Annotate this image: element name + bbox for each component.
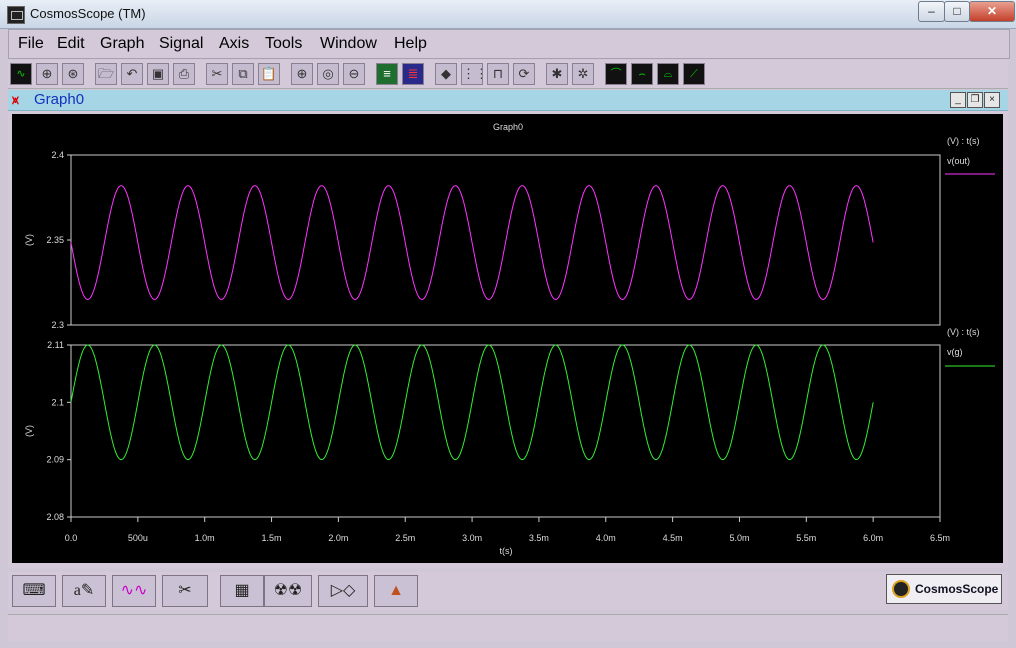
grid-icon[interactable]: ⋮⋮ <box>461 63 483 85</box>
menu-graph[interactable]: Graph <box>100 35 144 53</box>
y-tick-label-vg-1: 2.1 <box>51 397 64 407</box>
menu-bar: File Edit Graph Signal Axis Tools Window… <box>8 29 1010 59</box>
y-tick-label-vg-2: 2.09 <box>46 455 64 465</box>
bug-alt-icon[interactable]: ✲ <box>572 63 594 85</box>
y-tick-label-vout-0: 2.4 <box>51 150 64 160</box>
graph-window-titlebar: ⩙ Graph0 _ ❐ × <box>8 90 1008 111</box>
copy-icon[interactable]: ⧉ <box>232 63 254 85</box>
panel-vg-ylabel: (V) <box>24 425 34 437</box>
calculator-icon[interactable]: ▦ <box>220 575 264 607</box>
annotate-icon[interactable]: a✎ <box>62 575 106 607</box>
x-tick-label-13: 6.5m <box>930 533 950 543</box>
graph-window: ⩙ Graph0 _ ❐ × Graph0 (V) (V) : t(s) v(o… <box>8 90 1008 568</box>
panel-vout-legend-header: (V) : t(s) <box>947 136 980 146</box>
close-button[interactable]: ✕ <box>969 1 1015 22</box>
y-tick-label-vg-3: 2.08 <box>46 512 64 522</box>
crosshair-alt-icon[interactable]: ⊛ <box>62 63 84 85</box>
measure-slope-icon[interactable]: ⟋ <box>683 63 705 85</box>
stack-icon[interactable]: ≡ <box>376 63 398 85</box>
x-tick-label-2: 1.0m <box>195 533 215 543</box>
zoom-in-icon[interactable]: ⊕ <box>291 63 313 85</box>
window-title: CosmosScope (TM) <box>30 6 146 21</box>
erase-icon[interactable]: ◆ <box>435 63 457 85</box>
trace-vg[interactable] <box>70 344 874 461</box>
menu-axis[interactable]: Axis <box>219 35 249 53</box>
window-titlebar: CosmosScope (TM) – □ ✕ <box>0 0 1016 29</box>
menu-file[interactable]: File <box>18 35 44 53</box>
bug-icon[interactable]: ✱ <box>546 63 568 85</box>
waveform-calc-icon[interactable]: ∿∿ <box>112 575 156 607</box>
graph-title: Graph0 <box>493 122 523 132</box>
graph-restore-button[interactable]: ❐ <box>967 92 983 108</box>
panel-vout-ylabel: (V) <box>24 234 34 246</box>
x-tick-label-10: 5.0m <box>729 533 749 543</box>
brand-logo-text: CosmosScope <box>915 582 999 596</box>
crosshair-icon[interactable]: ⊕ <box>36 63 58 85</box>
graph-minimize-button[interactable]: _ <box>950 92 966 108</box>
x-tick-label-8: 4.0m <box>596 533 616 543</box>
keyboard-icon[interactable]: ⌨ <box>12 575 56 607</box>
trace-vout[interactable] <box>70 185 874 300</box>
y-tick-label-vg-0: 2.11 <box>47 340 64 350</box>
refresh-icon[interactable]: ⟳ <box>513 63 535 85</box>
graph-close-button[interactable]: × <box>984 92 1000 108</box>
graph-window-title: Graph0 <box>34 91 85 108</box>
app-icon <box>7 6 25 24</box>
panel-vg-frame <box>70 344 941 518</box>
menu-tools[interactable]: Tools <box>265 35 302 53</box>
measure-rise-icon[interactable]: ⌒ <box>605 63 627 85</box>
undo-icon[interactable]: ↶ <box>121 63 143 85</box>
x-tick-label-6: 3.0m <box>462 533 482 543</box>
y-tick-label-vout-2: 2.3 <box>51 320 64 330</box>
paste-icon[interactable]: 📋 <box>258 63 280 85</box>
y-tick-label-vout-1: 2.35 <box>46 235 64 245</box>
x-tick-label-0: 0.0 <box>65 533 78 543</box>
x-tick-label-4: 2.0m <box>328 533 348 543</box>
waveform-icon[interactable]: ∿ <box>10 63 32 85</box>
zoom-fit-icon[interactable]: ◎ <box>317 63 339 85</box>
x-tick-label-7: 3.5m <box>529 533 549 543</box>
x-tick-label-5: 2.5m <box>395 533 415 543</box>
x-tick-label-3: 1.5m <box>262 533 282 543</box>
chart-svg: Graph0 (V) (V) : t(s) v(out) 2.42.352.3 … <box>24 122 995 556</box>
panel-vg-legend-header: (V) : t(s) <box>947 327 980 337</box>
measure-area-icon[interactable]: ⌓ <box>657 63 679 85</box>
print-icon[interactable]: ⎙ <box>173 63 195 85</box>
bottom-toolbar: ⌨ a✎ ∿∿ ✂ ▦ ☢☢ ▷◇ ▲ CosmosScope <box>8 572 1008 610</box>
graph-window-icon: ⩙ <box>12 93 19 107</box>
digital-icon[interactable]: ⊓ <box>487 63 509 85</box>
menu-signal[interactable]: Signal <box>159 35 203 53</box>
scissors-icon[interactable]: ✂ <box>162 575 208 607</box>
maximize-button[interactable]: □ <box>944 1 970 22</box>
cut-icon[interactable]: ✂ <box>206 63 228 85</box>
brand-logo-icon <box>892 580 910 598</box>
matlab-icon[interactable]: ▲ <box>374 575 418 607</box>
legend-label-vout[interactable]: v(out) <box>947 156 970 166</box>
x-tick-label-9: 4.5m <box>663 533 683 543</box>
legend-label-vg[interactable]: v(g) <box>947 347 963 357</box>
split-icon[interactable]: ≣ <box>402 63 424 85</box>
x-tick-label-1: 500u <box>128 533 148 543</box>
save-icon[interactable]: ▣ <box>147 63 169 85</box>
minimize-button[interactable]: – <box>918 1 945 22</box>
x-axis-label: t(s) <box>500 546 513 556</box>
brand-logo: CosmosScope <box>886 574 1002 604</box>
x-tick-label-11: 5.5m <box>796 533 816 543</box>
measure-flat-icon[interactable]: ⌢ <box>631 63 653 85</box>
menu-edit[interactable]: Edit <box>57 35 85 53</box>
zoom-out-icon[interactable]: ⊖ <box>343 63 365 85</box>
menu-help[interactable]: Help <box>394 35 427 53</box>
status-bar <box>8 614 1008 641</box>
logic-gates-icon[interactable]: ▷◇ <box>318 575 368 607</box>
radiation-icon[interactable]: ☢☢ <box>264 575 312 607</box>
toolbar: ∿ ⊕ ⊛ 🗁 ↶ ▣ ⎙ ✂ ⧉ 📋 ⊕ ◎ ⊖ ≡ ≣ ◆ ⋮⋮ ⊓ ⟳ ✱… <box>8 60 1008 89</box>
open-folder-icon[interactable]: 🗁 <box>95 63 117 85</box>
x-tick-label-12: 6.0m <box>863 533 883 543</box>
plot-area[interactable]: Graph0 (V) (V) : t(s) v(out) 2.4 2.35 2.3 … <box>12 114 1003 563</box>
menu-window[interactable]: Window <box>320 35 377 53</box>
